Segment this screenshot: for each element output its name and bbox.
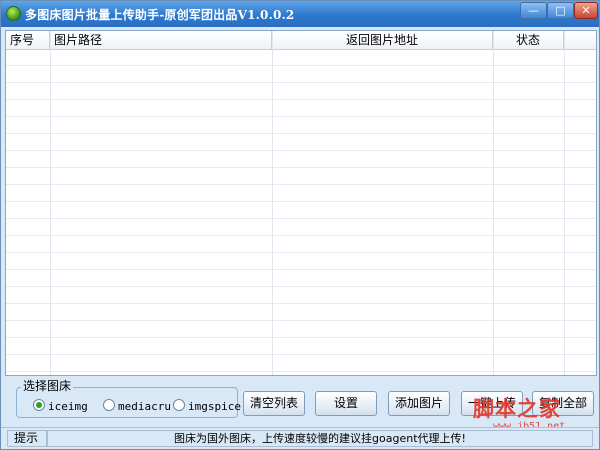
column-divider	[493, 31, 494, 375]
list-rows[interactable]	[6, 31, 596, 375]
image-host-group: 选择图床 iceimg mediacru imgspice	[16, 379, 241, 418]
minimize-button[interactable]: —	[520, 2, 547, 19]
column-header-index[interactable]: 序号	[6, 31, 50, 49]
radio-mediacru-label: mediacru	[118, 400, 171, 413]
main-window: 多图床图片批量上传助手-原创军团出品V1.0.0.2 — □ ✕ 序号 图片路径…	[0, 0, 600, 450]
radio-selected-icon	[33, 399, 45, 411]
column-header-path[interactable]: 图片路径	[50, 31, 272, 49]
radio-imgspice[interactable]: imgspice	[173, 399, 241, 413]
status-bar: 提示 图床为国外图床，上传速度较慢的建议挂goagent代理上传!	[1, 427, 599, 449]
status-label: 提示	[7, 430, 47, 447]
radio-unselected-icon	[173, 399, 185, 411]
maximize-button[interactable]: □	[547, 2, 574, 19]
settings-button[interactable]: 设置	[315, 391, 377, 416]
column-header-status[interactable]: 状态	[493, 31, 564, 49]
column-divider	[564, 31, 565, 375]
window-title: 多图床图片批量上传助手-原创军团出品V1.0.0.2	[25, 8, 295, 22]
radio-iceimg-label: iceimg	[48, 400, 88, 413]
radio-mediacru[interactable]: mediacru	[103, 399, 171, 413]
copy-all-button[interactable]: 复制全部	[532, 391, 594, 416]
image-host-group-legend: 选择图床	[21, 379, 74, 393]
title-bar[interactable]: 多图床图片批量上传助手-原创军团出品V1.0.0.2 — □ ✕	[1, 1, 599, 27]
close-button[interactable]: ✕	[574, 2, 598, 19]
column-header-url[interactable]: 返回图片地址	[272, 31, 493, 49]
column-divider	[50, 31, 51, 375]
clear-list-button[interactable]: 清空列表	[243, 391, 305, 416]
column-header-filler	[564, 31, 596, 49]
image-list[interactable]: 序号 图片路径 返回图片地址 状态	[5, 30, 597, 376]
list-header: 序号 图片路径 返回图片地址 状态	[6, 31, 596, 50]
app-icon	[6, 6, 21, 21]
radio-imgspice-label: imgspice	[188, 400, 241, 413]
upload-all-button[interactable]: 一键上传	[461, 391, 523, 416]
radio-unselected-icon	[103, 399, 115, 411]
add-images-button[interactable]: 添加图片	[388, 391, 450, 416]
radio-iceimg[interactable]: iceimg	[33, 399, 88, 413]
status-message: 图床为国外图床，上传速度较慢的建议挂goagent代理上传!	[47, 430, 593, 447]
column-divider	[272, 31, 273, 375]
